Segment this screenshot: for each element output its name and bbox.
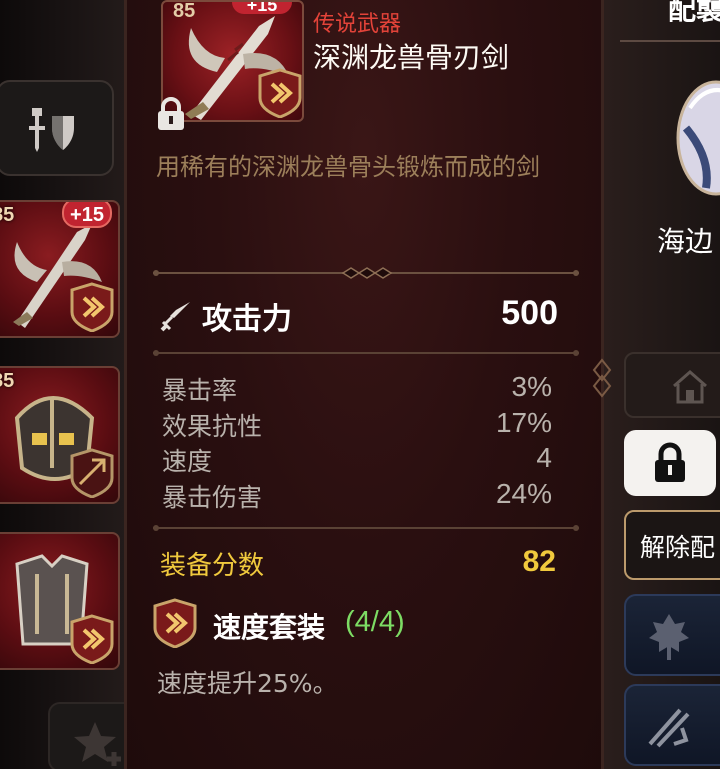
equipment-list: 85 +15 85	[0, 0, 138, 769]
side-panel-title: 配襲	[668, 0, 720, 26]
sub-stat-label: 效果抗性	[162, 411, 263, 441]
hero-name: 海边	[657, 225, 714, 258]
sub-stat-row: 速度 4	[162, 442, 552, 478]
card-level: 85	[0, 204, 15, 226]
main-stat-value: 500	[501, 294, 558, 332]
hero-avatar[interactable]	[676, 68, 720, 198]
equipment-card-weapon[interactable]: 85 +15	[0, 200, 120, 338]
upgrade-icon	[649, 614, 689, 660]
sub-stat-row: 暴击伤害 24%	[162, 478, 552, 514]
equipment-card-helmet[interactable]: 85	[0, 366, 120, 504]
star-add-icon	[74, 722, 121, 766]
sub-stat-value: 17%	[495, 406, 552, 438]
speed-set-icon	[153, 598, 197, 648]
sub-stat-label: 暴击率	[162, 376, 238, 405]
sub-stat-label: 暴击伤害	[162, 482, 263, 512]
item-level: 85	[173, 0, 196, 22]
item-description: 用稀有的深渊龙兽骨头锻炼而成的剑	[156, 153, 540, 181]
gear-score-value: 82	[522, 545, 556, 578]
item-name: 深渊龙兽骨刃剑	[313, 41, 510, 74]
swap-icon	[648, 708, 690, 748]
sub-stat-row: 效果抗性 17%	[162, 407, 552, 443]
card-level: 85	[0, 370, 15, 392]
set-count: (4/4)	[345, 606, 405, 638]
speed-set-icon	[258, 68, 302, 118]
armor-slot-icon	[29, 108, 74, 152]
lock-button[interactable]	[624, 430, 716, 496]
upgrade-button[interactable]	[624, 594, 720, 676]
speed-set-icon	[70, 282, 114, 332]
armor-slot-tab[interactable]	[0, 80, 114, 176]
sub-stat-value: 4	[536, 442, 552, 473]
divider-ornament	[592, 358, 612, 398]
equipment-card-armor[interactable]	[0, 532, 120, 670]
swap-button[interactable]	[624, 684, 720, 766]
sub-stat-label: 速度	[162, 447, 213, 476]
storage-button[interactable]	[624, 352, 720, 418]
unequip-label: 解除配	[640, 533, 716, 562]
divider	[153, 525, 579, 531]
lock-icon	[655, 442, 685, 482]
attack-set-icon	[70, 448, 114, 498]
main-stat-label: 攻击力	[202, 302, 292, 337]
lock-icon	[158, 97, 184, 130]
item-grade: 传说武器	[313, 12, 402, 37]
set-effect: 速度提升25%。	[157, 669, 338, 698]
gear-score-row: 装备分数 82	[160, 545, 556, 582]
unequip-button[interactable]: 解除配	[624, 510, 720, 580]
divider	[153, 350, 579, 356]
speed-set-icon	[70, 614, 114, 664]
set-name: 速度套装	[213, 611, 326, 644]
sub-stats: 暴击率 3% 效果抗性 17% 速度 4 暴击伤害 24%	[162, 371, 552, 513]
main-stat-row: 攻击力 500	[158, 292, 558, 337]
divider	[153, 267, 579, 279]
gear-score-label: 装备分数	[160, 551, 265, 581]
sub-stat-value: 24%	[495, 477, 552, 509]
item-enhance-badge: +15	[232, 2, 292, 15]
sub-stat-row: 暴击率 3%	[162, 371, 552, 407]
divider	[620, 40, 720, 44]
home-icon	[673, 370, 707, 404]
enhance-badge: +15	[62, 202, 112, 228]
sub-stat-value: 3%	[511, 371, 552, 402]
sword-icon	[160, 302, 190, 332]
